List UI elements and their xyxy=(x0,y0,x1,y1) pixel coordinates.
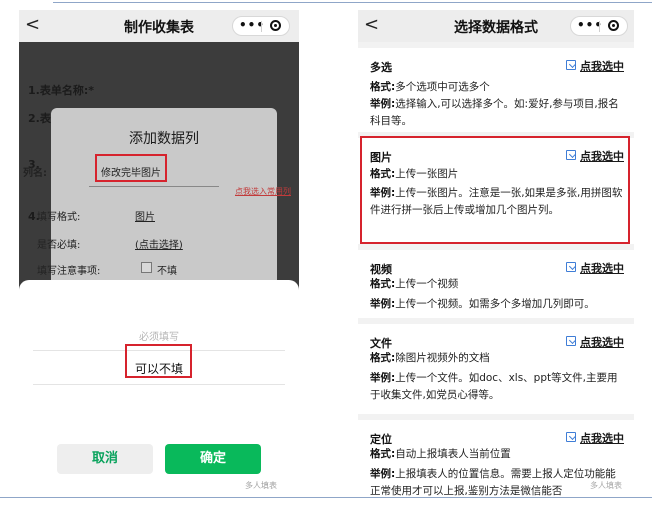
watermark: 多人填表 xyxy=(245,481,277,490)
form-name-field: 1.表单名称:* xyxy=(28,84,94,97)
format-card-multiselect[interactable]: 多选 点我选中 格式:多个选项中可选多个 举例:选择输入,可以选择多个。如:爱好… xyxy=(358,48,634,132)
capsule-divider xyxy=(261,21,262,32)
mini-program-capsule: ••• xyxy=(570,16,628,36)
close-circle-icon[interactable] xyxy=(270,20,281,31)
cancel-button[interactable]: 取消 xyxy=(57,444,153,474)
note-checkbox-label: 不填 xyxy=(157,266,177,277)
left-nav-bar: < 制作收集表 ••• xyxy=(19,10,299,42)
card-title: 定位 xyxy=(370,433,392,446)
sheet-divider xyxy=(33,384,285,385)
dialog-title: 添加数据列 xyxy=(129,131,199,147)
card-format: 格式:多个选项中可选多个 xyxy=(370,81,490,93)
column-name-underline xyxy=(89,186,219,187)
required-label: 是否必填: xyxy=(37,240,81,251)
select-button[interactable]: 点我选中 xyxy=(580,334,624,350)
select-icon xyxy=(566,432,576,442)
card-title: 多选 xyxy=(370,61,392,74)
format-label: 填写格式: xyxy=(37,212,81,223)
card-example: 举例:上传一个文件。如doc、xls、ppt等文件,主要用于收集文件,如党员心得… xyxy=(370,372,618,401)
required-selector[interactable]: (点击选择) xyxy=(135,236,183,251)
top-divider xyxy=(53,2,652,3)
card-format: 格式:自动上报填表人当前位置 xyxy=(370,448,511,460)
format-card-file[interactable]: 文件 点我选中 格式:除图片视频外的文档 举例:上传一个文件。如doc、xls、… xyxy=(358,324,634,414)
column-name-highlight xyxy=(95,154,167,182)
card-title: 视频 xyxy=(370,263,392,276)
format-value[interactable]: 图片 xyxy=(135,208,155,223)
card-example: 举例:选择输入,可以选择多个。如:爱好,参与项目,报名科目等。 xyxy=(370,98,619,127)
mini-program-capsule: ••• xyxy=(232,16,290,36)
watermark: 多人填表 xyxy=(590,481,622,490)
common-column-link[interactable]: 点我选入常用列 xyxy=(235,186,291,197)
select-button[interactable]: 点我选中 xyxy=(580,260,624,276)
confirm-button[interactable]: 确定 xyxy=(165,444,261,474)
card-format: 格式:除图片视频外的文档 xyxy=(370,352,490,364)
select-icon xyxy=(566,336,576,346)
select-icon xyxy=(566,60,576,70)
bottom-divider xyxy=(0,497,652,498)
card-format: 格式:上传一个视频 xyxy=(370,278,459,290)
required-action-sheet: 必须填写 可以不填 取消 确定 多人填表 xyxy=(19,280,299,498)
note-checkbox[interactable] xyxy=(141,262,152,273)
capsule-divider xyxy=(599,21,600,32)
right-nav-bar: < 选择数据格式 ••• xyxy=(358,10,634,42)
right-phone-screen: < 选择数据格式 ••• 多选 点我选中 格式:多个选项中可选多个 举例:选择输… xyxy=(358,10,634,498)
close-circle-icon[interactable] xyxy=(608,20,619,31)
image-card-highlight xyxy=(360,136,630,244)
select-button[interactable]: 点我选中 xyxy=(580,58,624,74)
option-required[interactable]: 必须填写 xyxy=(19,328,299,343)
card-example: 举例:上传一个视频。如需多个多增加几列即可。 xyxy=(370,298,595,310)
format-card-video[interactable]: 视频 点我选中 格式:上传一个视频 举例:上传一个视频。如需多个多增加几列即可。 xyxy=(358,250,634,318)
column-name-label: 列名: xyxy=(23,168,47,179)
select-button[interactable]: 点我选中 xyxy=(580,430,624,446)
add-column-dialog: 添加数据列 列名: 修改完毕图片 填写格式: 图片 是否必填: (点击选择) 填… xyxy=(23,108,277,298)
card-example: 举例:上报填表人的位置信息。需要上报人定位功能能正常使用才可以上报,鉴别方法是微… xyxy=(370,468,616,497)
select-icon xyxy=(566,262,576,272)
left-phone-screen: < 制作收集表 ••• 1.表单名称:* 2.表单说明(选填) 3. 4. 添加… xyxy=(19,10,299,498)
card-title: 文件 xyxy=(370,337,392,350)
note-label: 填写注意事项: xyxy=(37,266,101,277)
option-optional-highlight xyxy=(125,344,192,378)
